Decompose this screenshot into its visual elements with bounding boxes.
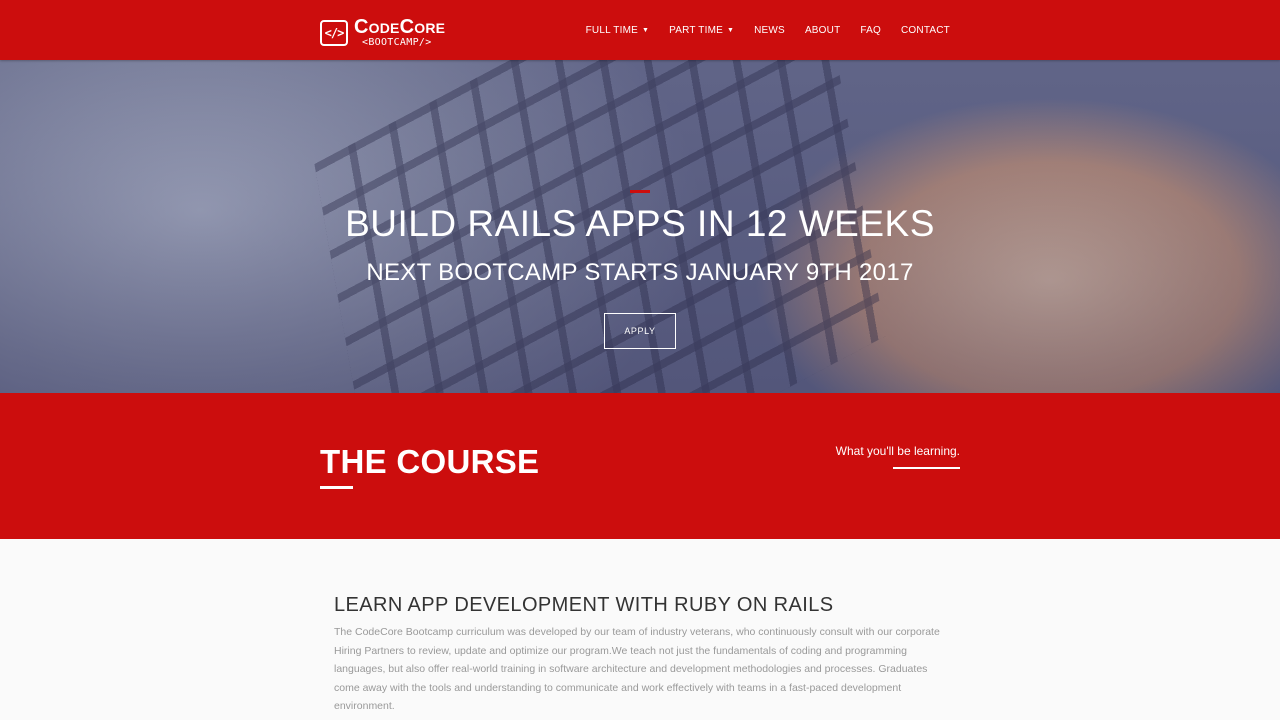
nav-item-label: NEWS (754, 24, 785, 36)
site-logo[interactable]: </> CodeCore <BOOTCAMP/> (320, 17, 445, 48)
hero-title: BUILD RAILS APPS IN 12 WEEKS (345, 203, 935, 244)
nav-item-about[interactable]: ABOUT (805, 25, 840, 36)
hero-banner: BUILD RAILS APPS IN 12 WEEKS NEXT BOOTCA… (0, 60, 1280, 393)
caret-down-icon: ▼ (726, 26, 735, 34)
course-title: THE COURSE (320, 443, 540, 480)
nav-item-label: FULL TIME (585, 24, 638, 36)
nav-item-contact[interactable]: CONTACT (901, 25, 950, 36)
nav-item-faq[interactable]: FAQ (860, 25, 881, 36)
logo-subtitle: <BOOTCAMP/> (362, 37, 432, 48)
apply-button[interactable]: APPLY (604, 313, 676, 349)
nav-item-full-time[interactable]: FULL TIME ▼ (586, 25, 650, 36)
content-body: The CodeCore Bootcamp curriculum was dev… (334, 626, 940, 713)
nav-item-part-time[interactable]: PART TIME ▼ (669, 25, 734, 36)
nav-item-news[interactable]: NEWS (754, 25, 785, 36)
course-tagline: What you'll be learning. (835, 444, 960, 458)
hero-subtitle: NEXT BOOTCAMP STARTS JANUARY 9TH 2017 (366, 259, 914, 286)
nav-item-label: ABOUT (804, 24, 841, 36)
course-tagline-underline (893, 467, 960, 469)
nav-item-label: PART TIME (669, 24, 723, 36)
logo-name: CodeCore (354, 16, 446, 38)
site-header: </> CodeCore <BOOTCAMP/> FULL TIME ▼ PAR… (0, 0, 1280, 60)
code-brackets-icon: </> (320, 19, 348, 46)
course-section-band: THE COURSE What you'll be learning. (0, 393, 1280, 539)
nav-item-label: FAQ (860, 24, 881, 36)
caret-down-icon: ▼ (641, 26, 650, 34)
nav-item-label: CONTACT (901, 24, 950, 36)
content-heading: LEARN APP DEVELOPMENT WITH RUBY ON RAILS (334, 594, 834, 616)
logo-text: CodeCore <BOOTCAMP/> (354, 17, 445, 48)
course-title-underline (320, 486, 353, 489)
main-nav: FULL TIME ▼ PART TIME ▼ NEWS ABOUT FAQ C… (586, 0, 950, 60)
hero-accent-line (630, 190, 650, 193)
course-content: LEARN APP DEVELOPMENT WITH RUBY ON RAILS… (334, 594, 944, 716)
